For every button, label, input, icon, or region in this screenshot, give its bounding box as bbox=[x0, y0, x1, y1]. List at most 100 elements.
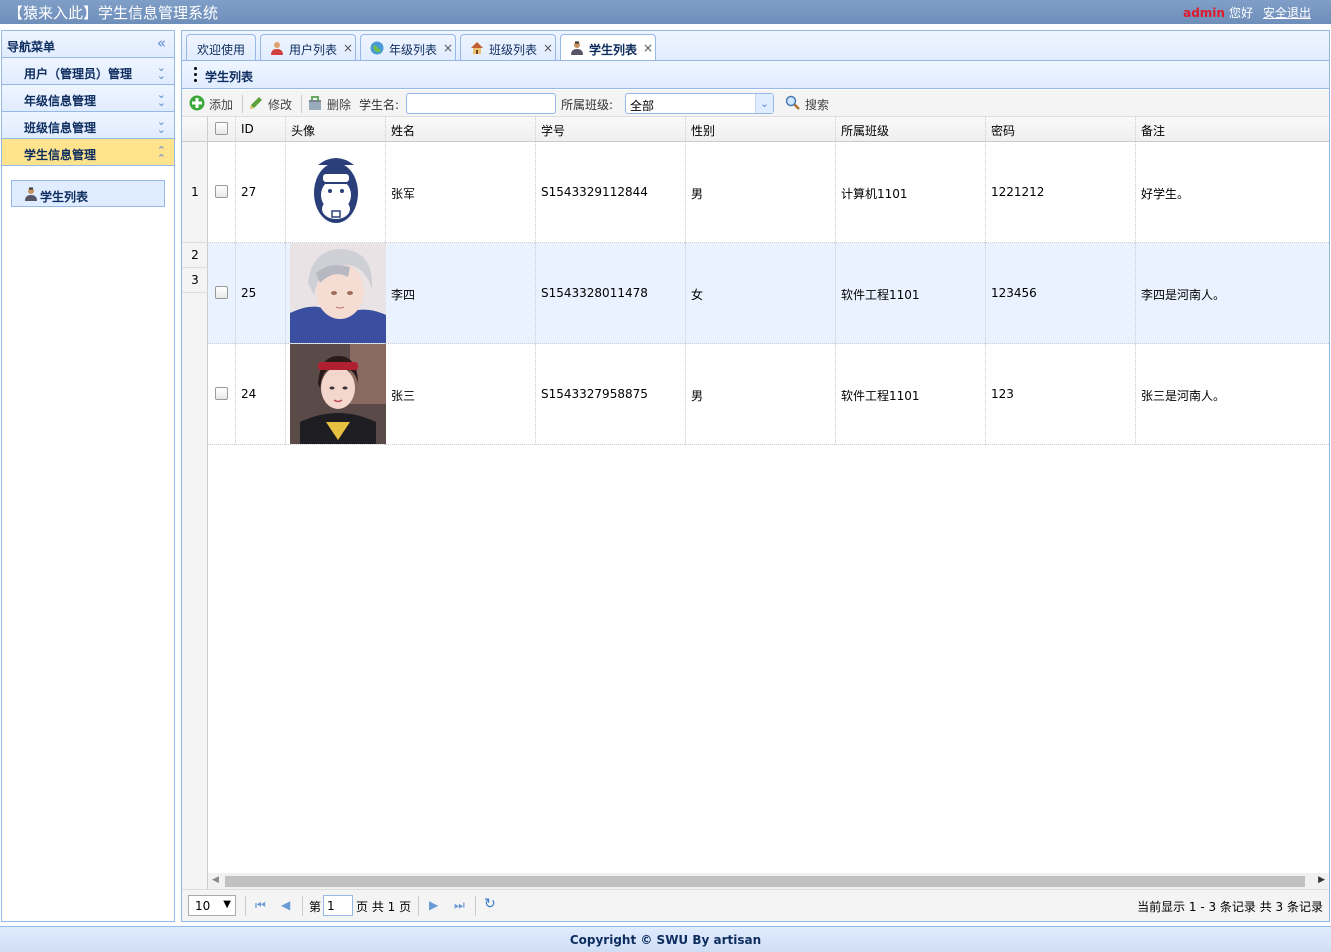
cell-class: 软件工程1101 bbox=[836, 344, 986, 445]
row-checkbox[interactable] bbox=[215, 185, 228, 198]
sidebar-header: 导航菜单 « bbox=[2, 31, 174, 58]
table-row[interactable]: 25 李四 S1543328011478 女 软件工程1101 123456 李… bbox=[208, 243, 1329, 344]
search-button[interactable]: 搜索 bbox=[785, 95, 835, 113]
cell-text: 男 bbox=[691, 187, 704, 201]
student-grid: ID 头像 姓名 学号 性别 所属班级 密码 备注 1 2 3 27 张军 S1… bbox=[182, 117, 1329, 889]
next-page-icon[interactable]: ▶ bbox=[429, 898, 438, 912]
toolbar: 添加 修改 删除 学生名: 所属班级: 全部 ⌄ 搜索 bbox=[182, 90, 1329, 117]
menu-class[interactable]: 班级信息管理 ⌄ ⌄ bbox=[2, 112, 174, 139]
user-area: admin 您好 安全退出 bbox=[1183, 4, 1311, 21]
table-row[interactable]: 24 张三 S1543327958875 男 软件工程1101 123 张三是河… bbox=[208, 344, 1329, 445]
tabs-bar: 欢迎使用 用户列表 × 年级列表 × 班级列表 × 学生列表 × bbox=[181, 30, 1330, 62]
menu-label: 班级信息管理 bbox=[24, 121, 97, 135]
sidebar-item-student-list[interactable]: 学生列表 bbox=[11, 180, 165, 207]
column-label: 姓名 bbox=[391, 124, 416, 138]
menu-student[interactable]: 学生信息管理 ⌃ ⌃ bbox=[2, 139, 174, 166]
scroll-right-icon[interactable]: ▶ bbox=[1318, 875, 1325, 885]
pager-divider bbox=[245, 896, 246, 916]
table-row[interactable]: 27 张军 S1543329112844 男 计算机1101 1221212 好… bbox=[208, 142, 1329, 243]
cell-remark: 好学生。 bbox=[1136, 142, 1329, 243]
column-header-avatar[interactable]: 头像 bbox=[286, 117, 386, 142]
username: admin bbox=[1183, 6, 1225, 20]
menu-label: 用户（管理员）管理 bbox=[24, 67, 133, 81]
cell-password: 123456 bbox=[986, 243, 1136, 344]
cell-text: 李四 bbox=[391, 288, 416, 302]
horizontal-scrollbar[interactable]: ◀ ▶ bbox=[208, 873, 1329, 889]
row-checkbox[interactable] bbox=[215, 387, 228, 400]
column-header-id[interactable]: ID bbox=[236, 117, 286, 142]
tab-user-list[interactable]: 用户列表 × bbox=[260, 34, 356, 61]
column-header-password[interactable]: 密码 bbox=[986, 117, 1136, 142]
greeting: 您好 bbox=[1228, 6, 1253, 20]
refresh-icon[interactable]: ↻ bbox=[484, 896, 496, 912]
rownum-header bbox=[182, 117, 208, 142]
cell-avatar bbox=[286, 243, 386, 344]
close-icon[interactable]: × bbox=[543, 41, 553, 55]
search-label: 搜索 bbox=[805, 98, 830, 112]
column-header-class[interactable]: 所属班级 bbox=[836, 117, 986, 142]
double-chevron-up-icon: ⌃ ⌃ bbox=[156, 144, 166, 165]
cell-text: 123 bbox=[991, 387, 1014, 401]
prev-page-icon[interactable]: ◀ bbox=[281, 898, 290, 912]
add-label: 添加 bbox=[209, 98, 234, 112]
column-label: 密码 bbox=[991, 124, 1016, 138]
house-icon bbox=[471, 42, 483, 54]
cell-text: 27 bbox=[241, 185, 257, 199]
column-label: 所属班级 bbox=[841, 124, 890, 138]
student-name-label: 学生名: bbox=[359, 98, 400, 112]
class-filter-value: 全部 bbox=[630, 99, 655, 113]
column-header-sn[interactable]: 学号 bbox=[536, 117, 686, 142]
cell-sex: 男 bbox=[686, 344, 836, 445]
cell-name: 张军 bbox=[386, 142, 536, 243]
cell-remark: 张三是河南人。 bbox=[1136, 344, 1329, 445]
pager-divider bbox=[475, 896, 476, 916]
student-name-input[interactable] bbox=[406, 93, 556, 114]
close-icon[interactable]: × bbox=[643, 41, 653, 55]
cell-sn: S1543327958875 bbox=[536, 344, 686, 445]
first-page-icon[interactable]: ⏮ bbox=[255, 898, 266, 913]
tab-welcome[interactable]: 欢迎使用 bbox=[186, 34, 256, 61]
row-number: 3 bbox=[182, 268, 208, 293]
globe-icon bbox=[370, 41, 384, 55]
last-page-icon[interactable]: ⏭ bbox=[454, 898, 465, 913]
column-header-sex[interactable]: 性别 bbox=[686, 117, 836, 142]
close-icon[interactable]: × bbox=[443, 41, 453, 55]
menu-user-admin[interactable]: 用户（管理员）管理 ⌄ ⌄ bbox=[2, 58, 174, 85]
tab-grade-list[interactable]: 年级列表 × bbox=[360, 34, 456, 61]
logout-link[interactable]: 安全退出 bbox=[1263, 6, 1311, 20]
collapse-left-icon[interactable]: « bbox=[157, 34, 166, 52]
column-header-remark[interactable]: 备注 bbox=[1136, 117, 1329, 142]
scroll-left-icon[interactable]: ◀ bbox=[212, 875, 219, 885]
app-title: 【猿来入此】学生信息管理系统 bbox=[8, 4, 219, 22]
row-number: 2 bbox=[182, 243, 208, 268]
edit-button[interactable]: 修改 bbox=[248, 95, 296, 113]
pencil-icon bbox=[250, 97, 262, 109]
cell-id: 24 bbox=[236, 344, 286, 445]
scrollbar-thumb[interactable] bbox=[225, 876, 1305, 887]
row-checkbox-cell bbox=[208, 243, 236, 344]
class-filter-select[interactable]: 全部 ⌄ bbox=[625, 93, 774, 114]
tab-class-list[interactable]: 班级列表 × bbox=[460, 34, 556, 61]
select-all-checkbox[interactable] bbox=[215, 122, 228, 135]
menu-grade[interactable]: 年级信息管理 ⌄ ⌄ bbox=[2, 85, 174, 112]
add-button[interactable]: 添加 bbox=[189, 95, 237, 113]
delete-icon bbox=[309, 96, 321, 110]
cell-remark: 李四是河南人。 bbox=[1136, 243, 1329, 344]
photo-avatar-image bbox=[290, 344, 386, 444]
delete-button[interactable]: 删除 bbox=[307, 95, 355, 113]
close-icon[interactable]: × bbox=[343, 41, 353, 55]
cell-id: 27 bbox=[236, 142, 286, 243]
menu-label: 年级信息管理 bbox=[24, 94, 97, 108]
menu-student-body: 学生列表 bbox=[2, 166, 174, 221]
cell-sn: S1543328011478 bbox=[536, 243, 686, 344]
cell-class: 软件工程1101 bbox=[836, 243, 986, 344]
page-number-input[interactable]: 1 bbox=[323, 895, 353, 916]
tab-label: 年级列表 bbox=[389, 43, 438, 57]
page-size-select[interactable]: 10 ▼ bbox=[188, 895, 236, 916]
column-header-name[interactable]: 姓名 bbox=[386, 117, 536, 142]
panel-dots-icon bbox=[194, 67, 197, 85]
row-checkbox[interactable] bbox=[215, 286, 228, 299]
cell-text: 1221212 bbox=[991, 185, 1045, 199]
cell-text: 好学生。 bbox=[1141, 187, 1190, 201]
tab-student-list[interactable]: 学生列表 × bbox=[560, 34, 656, 62]
